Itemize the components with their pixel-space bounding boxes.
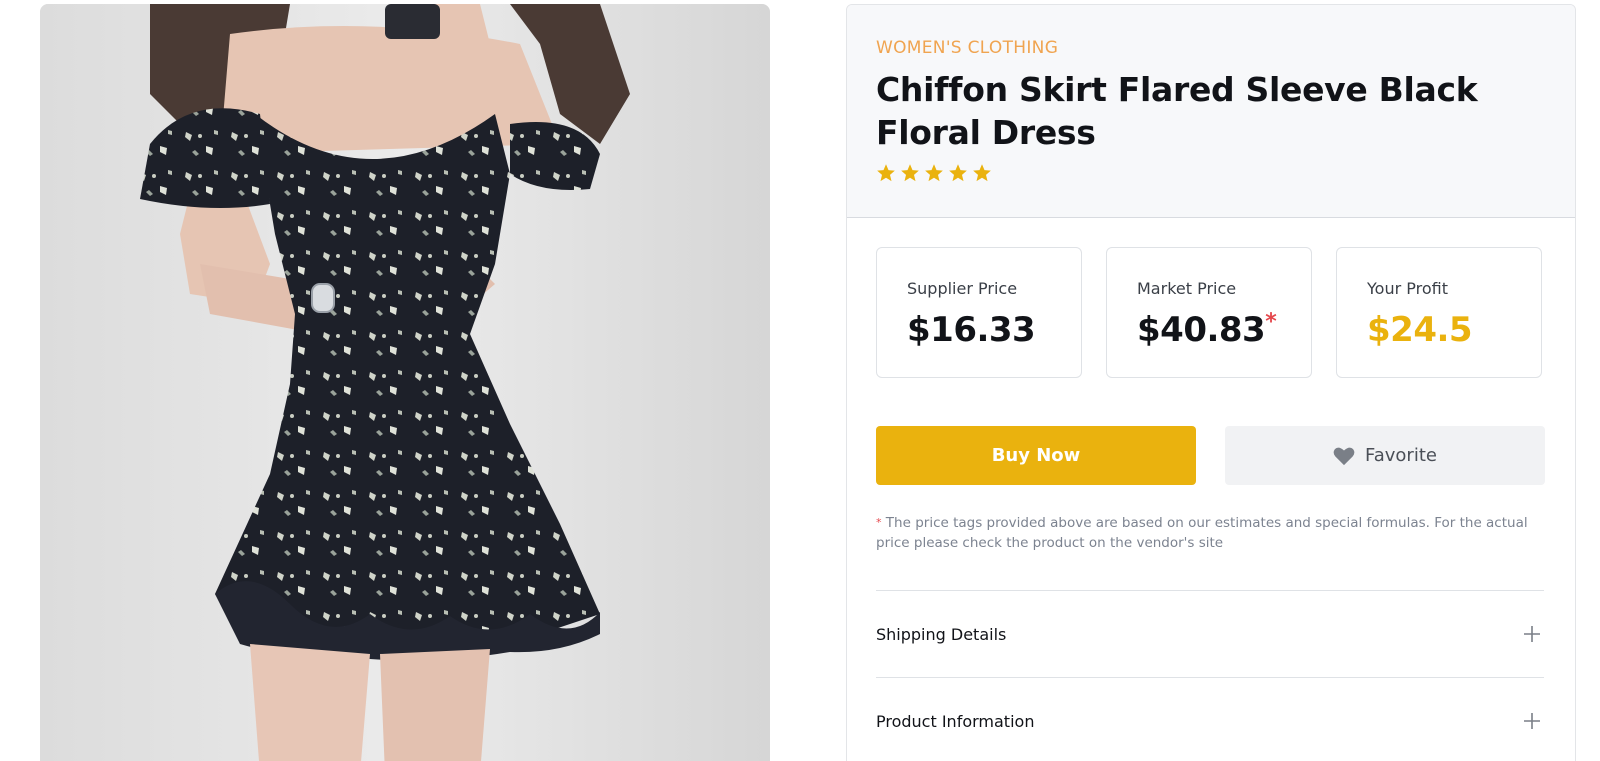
star-icon — [972, 163, 992, 183]
rating-stars — [876, 163, 1547, 183]
favorite-label: Favorite — [1365, 445, 1437, 466]
star-icon — [900, 163, 920, 183]
supplier-price-value: $16.33 — [907, 310, 1036, 350]
market-price-value: $40.83* — [1137, 309, 1277, 350]
market-price-asterisk: * — [1265, 309, 1277, 335]
accordion-label: Product Information — [876, 711, 1035, 731]
profit-label: Your Profit — [1367, 279, 1448, 298]
product-title: Chiffon Skirt Flared Sleeve Black Floral… — [876, 70, 1478, 152]
market-price-label: Market Price — [1137, 279, 1237, 298]
product-detail-panel: WOMEN'S CLOTHING Chiffon Skirt Flared Sl… — [846, 4, 1576, 761]
product-category[interactable]: WOMEN'S CLOTHING — [876, 38, 1547, 58]
price-cards: Supplier Price $16.33 Market Price $40.8… — [876, 247, 1546, 378]
supplier-price-card: Supplier Price $16.33 — [876, 247, 1082, 378]
market-price-card: Market Price $40.83* — [1106, 247, 1312, 378]
accordion-shipping-details[interactable]: Shipping Details — [876, 591, 1544, 678]
profit-card: Your Profit $24.5 — [1336, 247, 1542, 378]
star-icon — [876, 163, 896, 183]
accordion-label: Shipping Details — [876, 624, 1007, 644]
star-icon — [948, 163, 968, 183]
price-disclaimer: * The price tags provided above are base… — [876, 513, 1536, 553]
star-icon — [924, 163, 944, 183]
accordion-product-information[interactable]: Product Information — [876, 678, 1544, 761]
action-buttons: Buy Now Favorite — [876, 426, 1546, 485]
product-image — [40, 4, 770, 761]
product-header: WOMEN'S CLOTHING Chiffon Skirt Flared Sl… — [847, 5, 1575, 218]
plus-icon[interactable] — [1522, 624, 1542, 644]
disclaimer-text: The price tags provided above are based … — [876, 515, 1528, 551]
dress-photo-illustration — [40, 4, 770, 761]
profit-value: $24.5 — [1367, 310, 1473, 350]
heart-icon — [1333, 446, 1355, 466]
supplier-price-label: Supplier Price — [907, 279, 1018, 298]
plus-icon[interactable] — [1522, 711, 1542, 731]
details-accordion: Shipping Details Product Information — [876, 590, 1544, 761]
disclaimer-asterisk: * — [876, 516, 882, 529]
buy-now-button[interactable]: Buy Now — [876, 426, 1196, 485]
favorite-button[interactable]: Favorite — [1225, 426, 1545, 485]
